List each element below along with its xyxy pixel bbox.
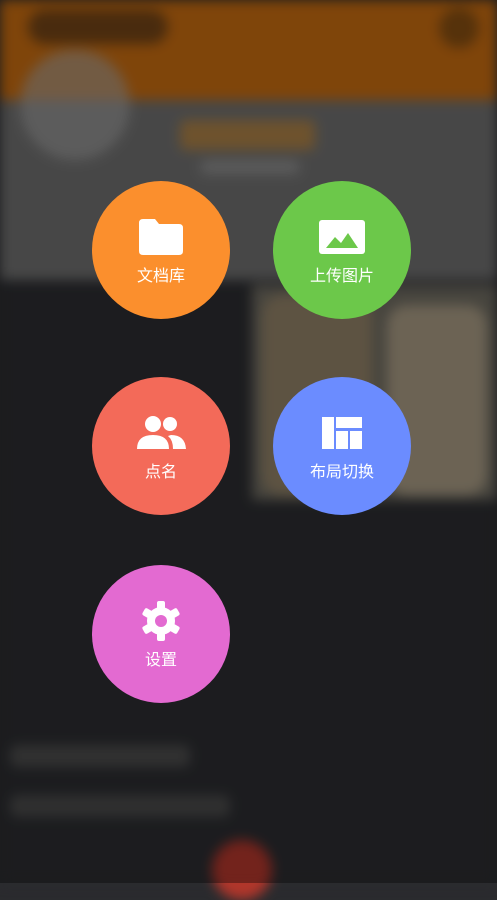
overlay-dim (0, 0, 497, 883)
gear-icon (133, 598, 189, 644)
layout-icon (314, 410, 370, 456)
document-library-button[interactable]: 文档库 (92, 181, 230, 319)
upload-image-button[interactable]: 上传图片 (273, 181, 411, 319)
people-icon (133, 410, 189, 456)
settings-label: 设置 (144, 650, 177, 669)
roll-call-button[interactable]: 点名 (92, 377, 230, 515)
roll-call-label: 点名 (144, 462, 177, 481)
document-library-label: 文档库 (136, 266, 185, 285)
image-icon (314, 214, 370, 260)
settings-button[interactable]: 设置 (92, 565, 230, 703)
layout-switch-button[interactable]: 布局切换 (273, 377, 411, 515)
folder-icon (133, 214, 189, 260)
layout-switch-label: 布局切换 (309, 462, 374, 481)
upload-image-label: 上传图片 (309, 266, 374, 285)
